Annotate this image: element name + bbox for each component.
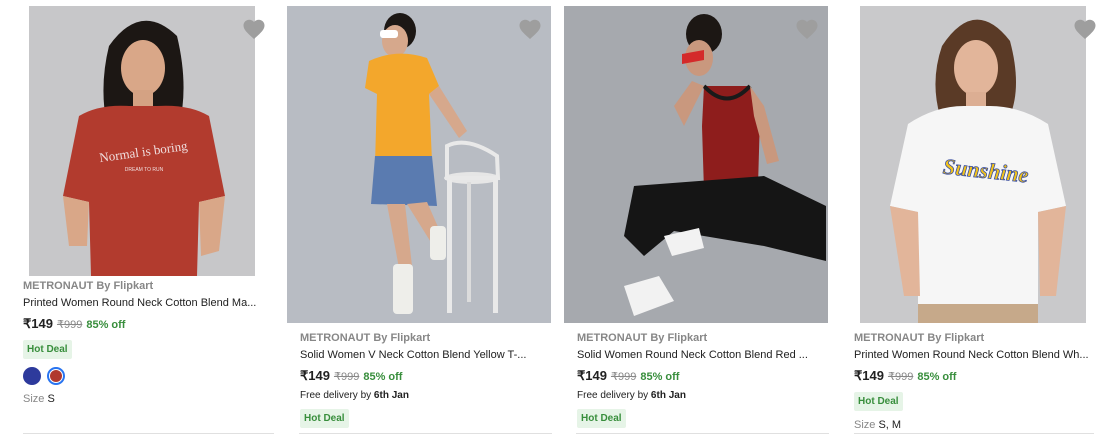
product-title[interactable]: Printed Women Round Neck Cotton Blend Ma… [23,297,268,309]
product-mrp: ₹999 [610,371,637,383]
product-price: ₹149 [23,316,53,331]
hot-deal-badge: Hot Deal [300,409,349,428]
price-row: ₹149 ₹999 85% off [854,368,1108,384]
product-card-3[interactable]: METRONAUT By Flipkart Solid Women Round … [564,0,829,435]
price-row: ₹149 ₹999 85% off [23,316,273,332]
delivery-info: Free delivery by 6th Jan [577,390,829,401]
product-card-2[interactable]: METRONAUT By Flipkart Solid Women V Neck… [287,0,552,435]
product-card-4[interactable]: Sunshine METRONAUT By Flipkart Printed W… [841,0,1108,435]
size-value: S [47,393,55,405]
delivery-date: 6th Jan [373,390,409,401]
product-image-4[interactable]: Sunshine [860,6,1086,323]
product-price: ₹149 [854,368,884,383]
row-divider [299,433,552,434]
wishlist-heart-icon[interactable] [518,18,542,40]
delivery-info: Free delivery by 6th Jan [300,390,552,401]
product-mrp: ₹999 [56,319,83,331]
product-image-3[interactable] [564,6,828,323]
size-value: S, M [878,419,902,431]
price-row: ₹149 ₹999 85% off [577,368,829,384]
product-brand: METRONAUT By Flipkart [23,280,154,292]
color-swatch-red-selected[interactable] [47,367,65,385]
product-price: ₹149 [300,368,330,383]
product-brand: METRONAUT By Flipkart [300,332,431,344]
row-divider [23,433,274,434]
product-discount: 85% off [640,371,680,383]
hot-deal-badge: Hot Deal [23,340,72,359]
wishlist-heart-icon[interactable] [795,18,819,40]
color-swatches [23,367,273,385]
product-discount: 85% off [363,371,403,383]
product-title[interactable]: Solid Women Round Neck Cotton Blend Red … [577,349,827,361]
size-label: Size [854,419,876,431]
color-swatch-blue[interactable] [23,367,41,385]
product-image-1[interactable]: Normal is boring DREAM TO RUN [29,6,255,276]
row-divider [854,433,1094,434]
hot-deal-badge: Hot Deal [577,409,626,428]
shirt-print-subtext: DREAM TO RUN [125,167,164,173]
delivery-prefix: Free delivery by [300,390,372,401]
hot-deal-badge: Hot Deal [854,392,903,411]
product-price: ₹149 [577,368,607,383]
product-mrp: ₹999 [887,371,914,383]
product-discount: 85% off [86,319,126,331]
size-info: Size S [23,393,273,405]
product-brand: METRONAUT By Flipkart [577,332,708,344]
product-brand: METRONAUT By Flipkart [854,332,985,344]
delivery-date: 6th Jan [650,390,686,401]
product-mrp: ₹999 [333,371,360,383]
row-divider [576,433,829,434]
product-title[interactable]: Printed Women Round Neck Cotton Blend Wh… [854,349,1102,361]
delivery-prefix: Free delivery by [577,390,649,401]
product-card-1[interactable]: Normal is boring DREAM TO RUN METRONAUT … [23,0,273,435]
product-title[interactable]: Solid Women V Neck Cotton Blend Yellow T… [300,349,550,361]
price-row: ₹149 ₹999 85% off [300,368,552,384]
product-discount: 85% off [917,371,957,383]
wishlist-heart-icon[interactable] [242,18,266,40]
size-label: Size [23,393,45,405]
size-info: Size S, M [854,419,1108,431]
wishlist-heart-icon[interactable] [1073,18,1097,40]
product-image-2[interactable] [287,6,551,323]
